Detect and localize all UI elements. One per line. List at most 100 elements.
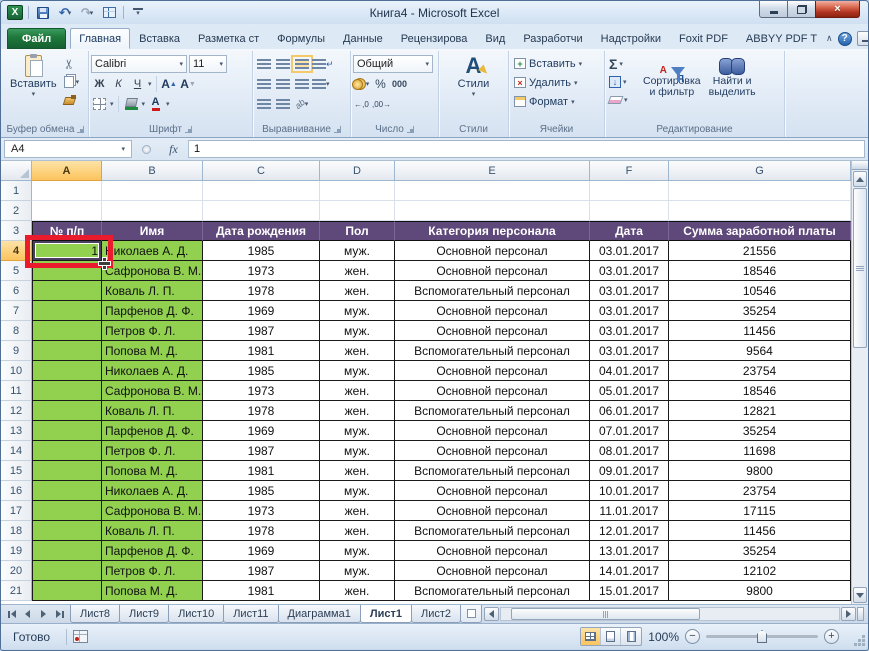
cell-G2[interactable] — [669, 201, 851, 221]
cut-button[interactable]: ✂ — [61, 56, 80, 71]
dialog-launcher-icon[interactable] — [184, 125, 192, 133]
ribbon-tab-Разработчи[interactable]: Разработчи — [514, 28, 591, 49]
scroll-up-button[interactable] — [853, 171, 867, 187]
cell-E19[interactable]: Основной персонал — [395, 541, 590, 561]
zoom-out-button[interactable]: − — [685, 629, 700, 644]
insert-function-button[interactable]: fx — [159, 140, 189, 158]
sheet-tab-Лист1[interactable]: Лист1 — [359, 605, 412, 623]
cell-E10[interactable]: Основной персонал — [395, 361, 590, 381]
borders-button[interactable] — [91, 96, 108, 113]
cell-C11[interactable]: 1973 — [203, 381, 320, 401]
cell-E17[interactable]: Основной персонал — [395, 501, 590, 521]
cell-D14[interactable]: муж. — [320, 441, 395, 461]
cell-E9[interactable]: Вспомогательный персонал — [395, 341, 590, 361]
sheet-tab-Лист9[interactable]: Лист9 — [119, 605, 170, 623]
collapse-ribbon-icon[interactable]: ∧ — [826, 33, 833, 44]
undo-button[interactable]: ↶ ▾ — [56, 4, 74, 21]
cell-E21[interactable]: Вспомогательный персонал — [395, 581, 590, 601]
row-header-2[interactable]: 2 — [1, 201, 32, 221]
cell-B18[interactable]: Коваль Л. П. — [102, 521, 203, 541]
cell-B3[interactable]: Имя — [102, 221, 203, 241]
cell-A4[interactable]: 1 — [32, 241, 102, 261]
cell-B20[interactable]: Петров Ф. Л. — [102, 561, 203, 581]
row-header-9[interactable]: 9 — [1, 341, 32, 361]
row-header-5[interactable]: 5 — [1, 261, 32, 281]
cell-A18[interactable] — [32, 521, 102, 541]
help-icon[interactable]: ? — [837, 31, 852, 46]
cell-G18[interactable]: 11456 — [669, 521, 851, 541]
select-all-corner[interactable] — [1, 161, 32, 181]
cell-G17[interactable]: 17115 — [669, 501, 851, 521]
cell-A12[interactable] — [32, 401, 102, 421]
chevron-down-icon[interactable]: ▾ — [110, 100, 114, 108]
cell-B5[interactable]: Сафронова В. М. — [102, 261, 203, 281]
cell-E2[interactable] — [395, 201, 590, 221]
cell-B21[interactable]: Попова М. Д. — [102, 581, 203, 601]
zoom-level[interactable]: 100% — [648, 630, 679, 644]
cell-G1[interactable] — [669, 181, 851, 201]
cell-F11[interactable]: 05.01.2017 — [590, 381, 669, 401]
ribbon-tab-ABBYY PDF T[interactable]: ABBYY PDF T — [737, 28, 826, 49]
ribbon-tab-Рецензирова[interactable]: Рецензирова — [392, 28, 477, 49]
row-header-3[interactable]: 3 — [1, 221, 32, 241]
cell-B2[interactable] — [102, 201, 203, 221]
align-top-button[interactable] — [255, 56, 272, 73]
cell-A15[interactable] — [32, 461, 102, 481]
row-header-16[interactable]: 16 — [1, 481, 32, 501]
excel-logo-icon[interactable]: X — [7, 5, 23, 20]
insert-worksheet-tab[interactable] — [460, 605, 482, 623]
cell-G13[interactable]: 35254 — [669, 421, 851, 441]
formula-input[interactable]: 1 — [189, 140, 865, 158]
cell-F1[interactable] — [590, 181, 669, 201]
cell-G19[interactable]: 35254 — [669, 541, 851, 561]
merge-center-button[interactable]: ▾ — [312, 76, 330, 93]
cell-C3[interactable]: Дата рождения — [203, 221, 320, 241]
file-tab[interactable]: Файл — [7, 28, 67, 49]
scroll-left-button[interactable] — [484, 607, 499, 621]
row-header-4[interactable]: 4 — [1, 241, 32, 261]
cell-D10[interactable]: муж. — [320, 361, 395, 381]
fill-color-button[interactable] — [123, 96, 140, 113]
cell-C9[interactable]: 1981 — [203, 341, 320, 361]
cell-C7[interactable]: 1969 — [203, 301, 320, 321]
paste-button[interactable]: Вставить ▾ — [5, 52, 62, 122]
align-left-button[interactable] — [255, 76, 272, 93]
align-bottom-button[interactable] — [290, 55, 313, 73]
cell-D1[interactable] — [320, 181, 395, 201]
cell-A14[interactable] — [32, 441, 102, 461]
sheet-tab-Лист2[interactable]: Лист2 — [410, 605, 461, 623]
autosum-button[interactable]: Σ ▾ — [609, 56, 637, 72]
increase-decimal-button[interactable]: ←,0 — [353, 96, 370, 113]
normal-view-button[interactable] — [581, 628, 602, 645]
dialog-launcher-icon[interactable] — [406, 125, 414, 133]
cell-B7[interactable]: Парфенов Д. Ф. — [102, 301, 203, 321]
cell-C6[interactable]: 1978 — [203, 281, 320, 301]
cell-C8[interactable]: 1987 — [203, 321, 320, 341]
column-header-G[interactable]: G — [669, 161, 851, 181]
italic-button[interactable]: К — [110, 76, 127, 93]
cell-E7[interactable]: Основной персонал — [395, 301, 590, 321]
ribbon-tab-Формулы[interactable]: Формулы — [268, 28, 334, 49]
record-macro-icon[interactable] — [73, 630, 89, 643]
customize-quick-access-button[interactable]: ▾ — [129, 4, 147, 21]
column-header-C[interactable]: C — [203, 161, 320, 181]
cell-F4[interactable]: 03.01.2017 — [590, 241, 669, 261]
redo-button[interactable]: ↷ ▾ — [78, 4, 96, 21]
cell-A10[interactable] — [32, 361, 102, 381]
cell-G16[interactable]: 23754 — [669, 481, 851, 501]
grow-font-button[interactable]: А ▲ — [161, 76, 178, 93]
cell-C14[interactable]: 1987 — [203, 441, 320, 461]
format-cells-button[interactable]: Формат ▾ — [514, 92, 602, 111]
first-sheet-button[interactable] — [4, 607, 19, 622]
cell-C13[interactable]: 1969 — [203, 421, 320, 441]
cell-G20[interactable]: 12102 — [669, 561, 851, 581]
prev-sheet-button[interactable] — [20, 607, 35, 622]
cell-B4[interactable]: Николаев А. Д. — [102, 241, 203, 261]
cell-F6[interactable]: 03.01.2017 — [590, 281, 669, 301]
cell-G11[interactable]: 18546 — [669, 381, 851, 401]
cell-E1[interactable] — [395, 181, 590, 201]
align-right-button[interactable] — [293, 76, 310, 93]
chevron-down-icon[interactable]: ▾ — [142, 100, 146, 108]
cell-C1[interactable] — [203, 181, 320, 201]
cell-F14[interactable]: 08.01.2017 — [590, 441, 669, 461]
